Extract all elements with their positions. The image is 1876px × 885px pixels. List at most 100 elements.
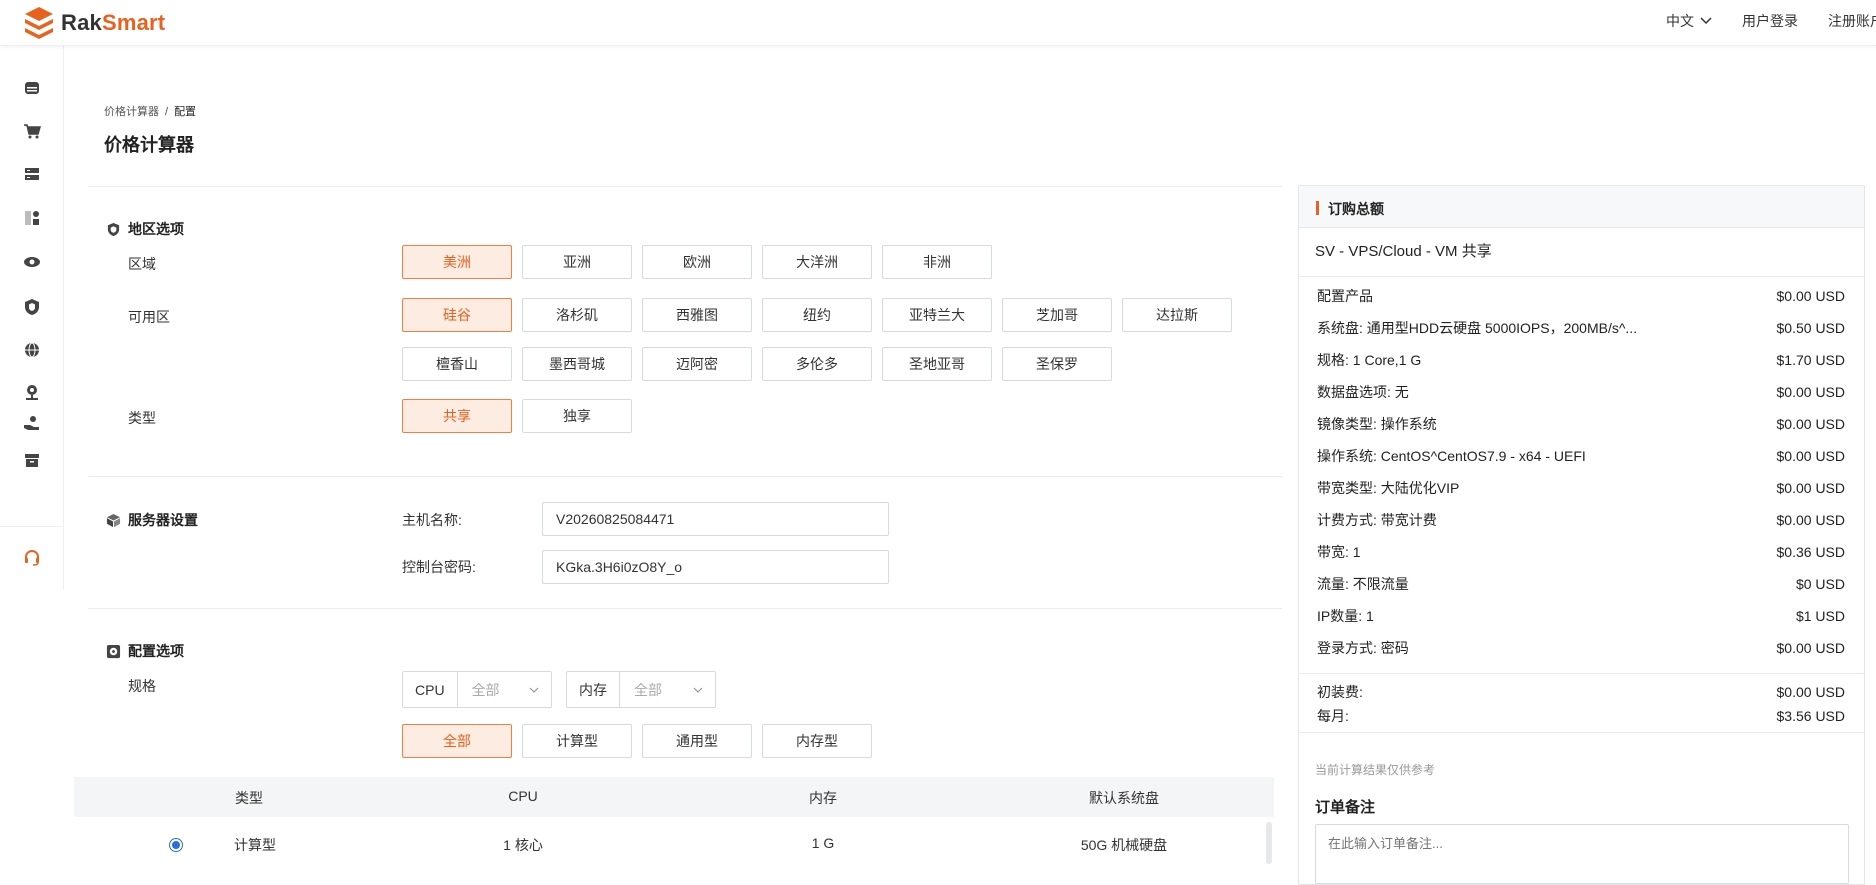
- chevron-down-icon: [1700, 17, 1712, 25]
- zone-option[interactable]: 芝加哥: [1002, 298, 1112, 332]
- summary-row: 计费方式: 带宽计费 $0.00 USD: [1317, 512, 1845, 528]
- summary-row: 配置产品 $0.00 USD: [1317, 288, 1845, 304]
- config-section-title: 配置选项: [106, 641, 184, 661]
- chevron-down-icon: [693, 687, 703, 693]
- area-label: 区域: [128, 256, 156, 272]
- table-scrollbar[interactable]: [1266, 822, 1272, 864]
- cpu-filter-value: 全部: [471, 681, 500, 698]
- chevron-down-icon: [529, 687, 539, 693]
- summary-disclaimer: 当前计算结果仅供参考: [1315, 763, 1436, 777]
- globe-icon[interactable]: [21, 339, 43, 361]
- column-header-disk: 默认系统盘: [1089, 790, 1159, 806]
- category-option-general[interactable]: 通用型: [642, 724, 752, 758]
- summary-row: IP数量: 1 $1 USD: [1317, 608, 1845, 624]
- login-link[interactable]: 用户登录: [1742, 11, 1798, 31]
- breadcrumb-current: 配置: [174, 106, 197, 118]
- breadcrumb-separator: /: [165, 106, 169, 118]
- zone-option[interactable]: 西雅图: [642, 298, 752, 332]
- server-icon[interactable]: [21, 77, 43, 99]
- type-label: 类型: [128, 410, 156, 426]
- category-option-all[interactable]: 全部: [402, 724, 512, 758]
- zone-option[interactable]: 达拉斯: [1122, 298, 1232, 332]
- register-link[interactable]: 注册账户: [1828, 11, 1876, 31]
- area-option-asia[interactable]: 亚洲: [522, 245, 632, 279]
- spec-label: 规格: [128, 678, 156, 694]
- zone-option[interactable]: 硅谷: [402, 298, 512, 332]
- summary-row: 登录方式: 密码 $0.00 USD: [1317, 640, 1845, 656]
- brand-logo[interactable]: RakSmart: [24, 6, 165, 40]
- cpu-filter-label: CPU: [403, 672, 458, 707]
- summary-row: 镜像类型: 操作系统 $0.00 USD: [1317, 416, 1845, 432]
- eye-icon[interactable]: [21, 251, 43, 273]
- memory-filter-label: 内存: [567, 672, 620, 707]
- category-option-compute[interactable]: 计算型: [522, 724, 632, 758]
- zone-option[interactable]: 纽约: [762, 298, 872, 332]
- zone-option[interactable]: 墨西哥城: [522, 347, 632, 381]
- column-header-type: 类型: [235, 790, 263, 806]
- cpu-filter-select[interactable]: CPU 全部: [402, 671, 552, 708]
- area-option-africa[interactable]: 非洲: [882, 245, 992, 279]
- order-note-input[interactable]: [1315, 824, 1849, 884]
- zone-option[interactable]: 檀香山: [402, 347, 512, 381]
- column-header-memory: 内存: [809, 790, 837, 806]
- divider: [1299, 276, 1864, 277]
- table-cell-type: 计算型: [234, 837, 276, 853]
- zone-option[interactable]: 亚特兰大: [882, 298, 992, 332]
- location-icon[interactable]: [21, 381, 43, 403]
- spec-table-header: 类型 CPU 内存 默认系统盘: [74, 777, 1274, 817]
- region-section-title: 地区选项: [106, 219, 184, 239]
- monthly-fee-row: 每月: $3.56 USD: [1317, 708, 1845, 724]
- summary-row: 数据盘选项: 无 $0.00 USD: [1317, 384, 1845, 400]
- zone-option[interactable]: 圣保罗: [1002, 347, 1112, 381]
- support-hand-icon[interactable]: [21, 412, 43, 434]
- language-select[interactable]: 中文: [1666, 11, 1712, 31]
- summary-row: 规格: 1 Core,1 G $1.70 USD: [1317, 352, 1845, 368]
- memory-filter-value: 全部: [634, 681, 662, 698]
- apps-icon[interactable]: [21, 207, 43, 229]
- password-input[interactable]: KGka.3H6i0zO8Y_o: [542, 550, 889, 584]
- sidebar-divider: [0, 526, 63, 527]
- category-option-memory[interactable]: 内存型: [762, 724, 872, 758]
- summary-row: 带宽: 1 $0.36 USD: [1317, 544, 1845, 560]
- cube-icon: [106, 513, 121, 527]
- cart-icon[interactable]: [21, 120, 43, 142]
- page-title: 价格计算器: [104, 135, 194, 155]
- summary-row: 流量: 不限流量 $0 USD: [1317, 576, 1845, 592]
- hostname-label: 主机名称:: [402, 512, 462, 528]
- zone-option[interactable]: 圣地亚哥: [882, 347, 992, 381]
- zone-option[interactable]: 多伦多: [762, 347, 872, 381]
- breadcrumb-parent[interactable]: 价格计算器: [104, 106, 159, 118]
- area-option-americas[interactable]: 美洲: [402, 245, 512, 279]
- top-nav: 中文 用户登录 注册账户: [1666, 0, 1876, 42]
- summary-row: 系统盘: 通用型HDD云硬盘 5000IOPS，200MB/s^... $0.50…: [1317, 320, 1845, 336]
- zone-label: 可用区: [128, 309, 170, 325]
- headset-icon[interactable]: [21, 547, 43, 569]
- zone-option[interactable]: 洛杉矶: [522, 298, 632, 332]
- area-option-oceania[interactable]: 大洋洲: [762, 245, 872, 279]
- summary-header: 订购总额: [1299, 186, 1864, 228]
- type-option-shared[interactable]: 共享: [402, 399, 512, 433]
- memory-filter-select[interactable]: 内存 全部: [566, 671, 716, 708]
- zone-option[interactable]: 迈阿密: [642, 347, 752, 381]
- summary-row: 带宽类型: 大陆优化VIP $0.00 USD: [1317, 480, 1845, 496]
- summary-title: 订购总额: [1328, 201, 1384, 217]
- logo-icon: [25, 7, 53, 39]
- sidebar: [0, 46, 64, 589]
- column-header-cpu: CPU: [508, 788, 538, 804]
- type-option-dedicated[interactable]: 独享: [522, 399, 632, 433]
- summary-product: SV - VPS/Cloud - VM 共享: [1315, 243, 1492, 260]
- brand-name: RakSmart: [61, 10, 166, 35]
- disk-icon: [106, 644, 121, 658]
- table-cell-disk: 50G 机械硬盘: [1080, 837, 1168, 853]
- shield-icon[interactable]: [21, 296, 43, 318]
- breadcrumb: 价格计算器 / 配置: [104, 103, 196, 119]
- archive-icon[interactable]: [21, 449, 43, 471]
- order-summary-panel: 订购总额 SV - VPS/Cloud - VM 共享 配置产品 $0.00 US…: [1298, 185, 1865, 885]
- divider: [88, 608, 1282, 609]
- storage-icon[interactable]: [21, 163, 43, 185]
- spec-row-radio[interactable]: [169, 838, 183, 852]
- shield-icon: [107, 222, 120, 236]
- table-cell-cpu: 1 核心: [503, 837, 543, 853]
- area-option-europe[interactable]: 欧洲: [642, 245, 752, 279]
- hostname-input[interactable]: V20260825084471: [542, 502, 889, 536]
